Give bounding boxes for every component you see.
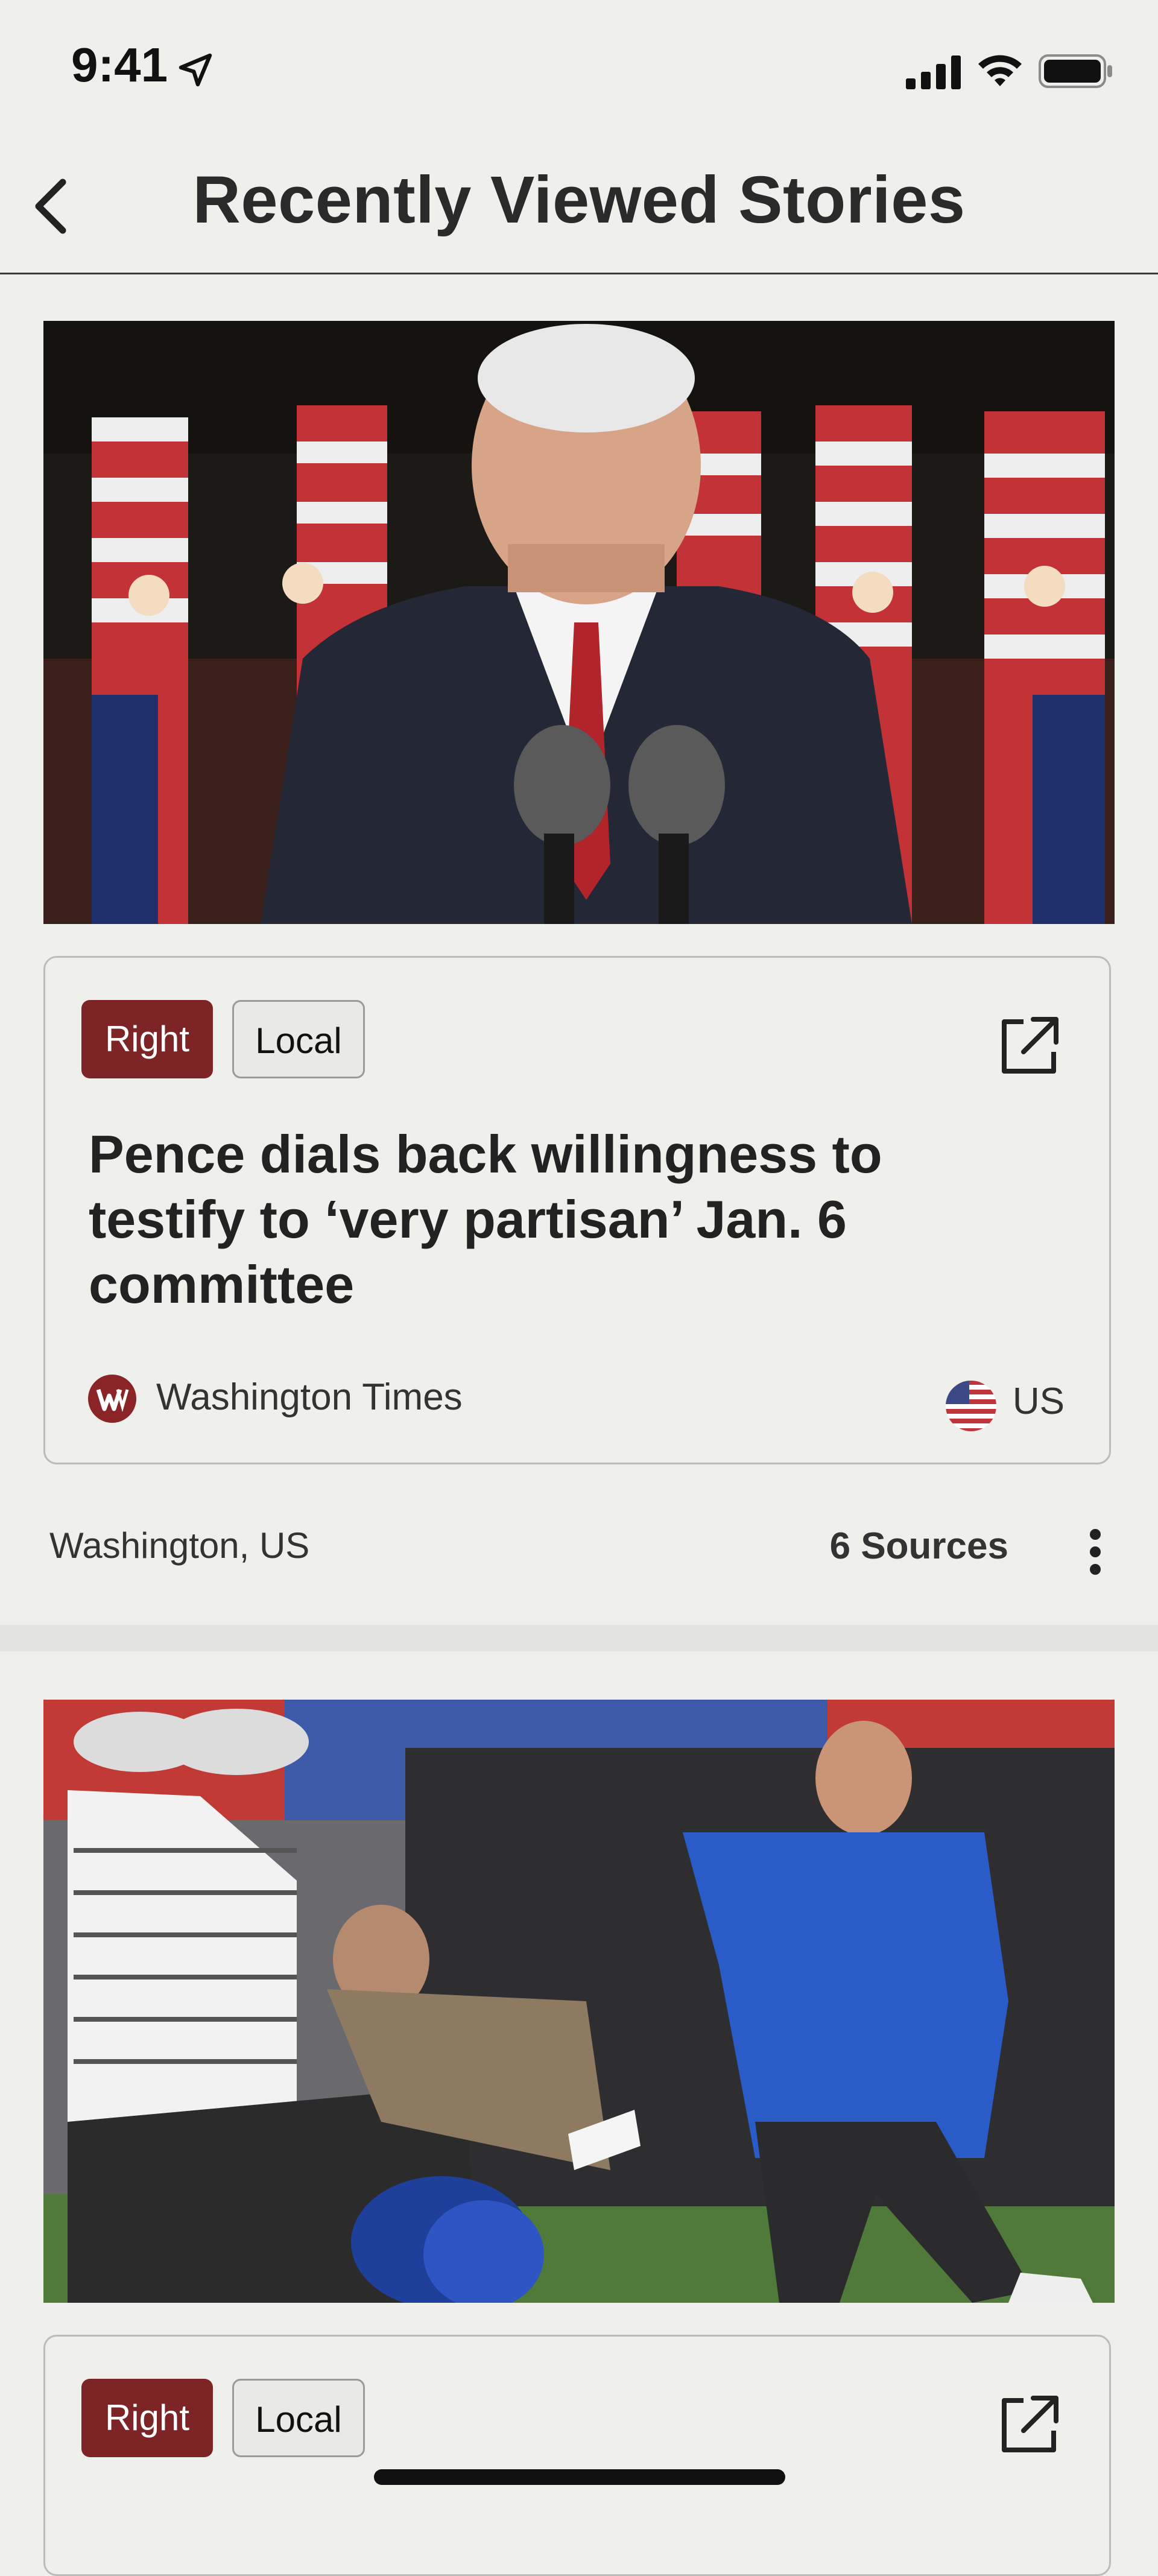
status-bar: 9:41 bbox=[0, 0, 1158, 145]
sources-count-link[interactable]: 6 Sources bbox=[830, 1525, 1008, 1568]
story-photo-illustration bbox=[43, 321, 1115, 924]
more-options-icon[interactable] bbox=[1083, 1525, 1107, 1579]
page-title: Recently Viewed Stories bbox=[192, 163, 966, 237]
us-flag-icon bbox=[946, 1381, 996, 1431]
scope-badge[interactable]: Local bbox=[232, 1000, 365, 1078]
story-photo-football-injury[interactable] bbox=[43, 1700, 1115, 2303]
story-photo-podium-speaker[interactable] bbox=[43, 321, 1115, 924]
cellular-signal-icon bbox=[906, 55, 961, 89]
location-arrow-icon bbox=[179, 53, 212, 87]
location-label: Washington, US bbox=[49, 1525, 310, 1566]
open-external-icon[interactable] bbox=[996, 1013, 1062, 1080]
wifi-icon bbox=[978, 55, 1022, 86]
washington-times-logo-icon bbox=[88, 1375, 136, 1423]
country-label: US bbox=[1012, 1381, 1065, 1422]
home-indicator[interactable] bbox=[374, 2469, 785, 2485]
story-headline[interactable]: Pence dials back willingness to testify … bbox=[89, 1122, 1024, 1317]
bias-badge[interactable]: Right bbox=[81, 1000, 213, 1078]
story-photo-illustration bbox=[43, 1700, 1115, 2303]
scope-badge[interactable]: Local bbox=[232, 2379, 365, 2457]
open-external-icon[interactable] bbox=[996, 2392, 1062, 2458]
status-time: 9:41 bbox=[71, 38, 168, 92]
section-divider bbox=[0, 1625, 1158, 1651]
story-card[interactable]: Right Local Pence dials back willingness… bbox=[43, 956, 1111, 1464]
navigation-bar: Recently Viewed Stories bbox=[0, 145, 1158, 274]
source-name[interactable]: Washington Times bbox=[156, 1376, 463, 1419]
bias-badge[interactable]: Right bbox=[81, 2379, 213, 2457]
story-meta-row: Washington, US 6 Sources bbox=[0, 1513, 1158, 1579]
story-card[interactable]: Right Local bbox=[43, 2335, 1111, 2576]
battery-icon bbox=[1039, 54, 1112, 88]
